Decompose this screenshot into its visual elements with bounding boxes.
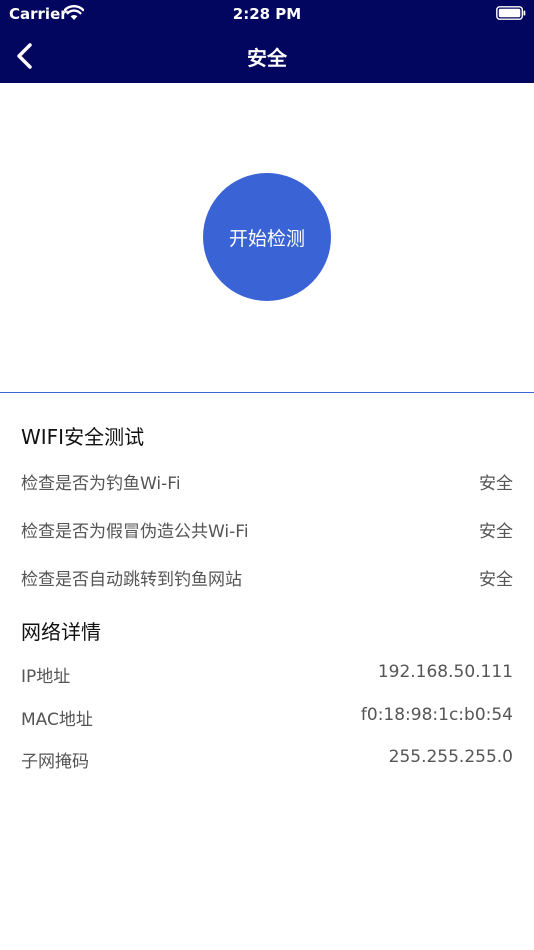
wifi-check-value: 安全 <box>479 474 513 494</box>
wifi-check-label: 检查是否为假冒伪造公共Wi-Fi <box>21 522 249 542</box>
wifi-check-label: 检查是否自动跳转到钓鱼网站 <box>21 570 242 590</box>
network-detail-row: IP地址 192.168.50.111 <box>21 662 513 687</box>
network-section-title: 网络详情 <box>21 620 101 644</box>
network-detail-value: 192.168.50.111 <box>377 662 513 682</box>
page-title: 安全 <box>247 46 287 70</box>
network-detail-value: f0:18:98:1c:b0:54 <box>360 705 513 725</box>
wifi-check-value: 安全 <box>479 522 513 542</box>
start-detection-button[interactable]: 开始检测 <box>203 173 331 301</box>
network-detail-label: 子网掩码 <box>21 752 89 772</box>
wifi-check-row: 检查是否为钓鱼Wi-Fi 安全 <box>21 469 513 494</box>
wifi-check-label: 检查是否为钓鱼Wi-Fi <box>21 474 181 494</box>
network-detail-row: MAC地址 f0:18:98:1c:b0:54 <box>21 705 513 730</box>
wifi-section-title: WIFI安全测试 <box>21 425 145 449</box>
battery-icon <box>496 6 526 20</box>
detect-area: 开始检测 <box>0 83 534 393</box>
network-detail-label: IP地址 <box>21 667 71 687</box>
divider <box>0 392 534 393</box>
status-time: 2:28 PM <box>232 5 302 23</box>
wifi-check-value: 安全 <box>479 570 513 590</box>
network-detail-value: 255.255.255.0 <box>388 747 513 767</box>
network-detail-label: MAC地址 <box>21 710 93 730</box>
network-detail-row: 子网掩码 255.255.255.0 <box>21 747 513 772</box>
nav-bar: 安全 <box>0 28 534 83</box>
wifi-check-row: 检查是否为假冒伪造公共Wi-Fi 安全 <box>21 517 513 542</box>
header: Carrier 2:28 PM 安全 <box>0 0 534 83</box>
wifi-check-row: 检查是否自动跳转到钓鱼网站 安全 <box>21 565 513 590</box>
status-bar: Carrier 2:28 PM <box>0 0 534 28</box>
